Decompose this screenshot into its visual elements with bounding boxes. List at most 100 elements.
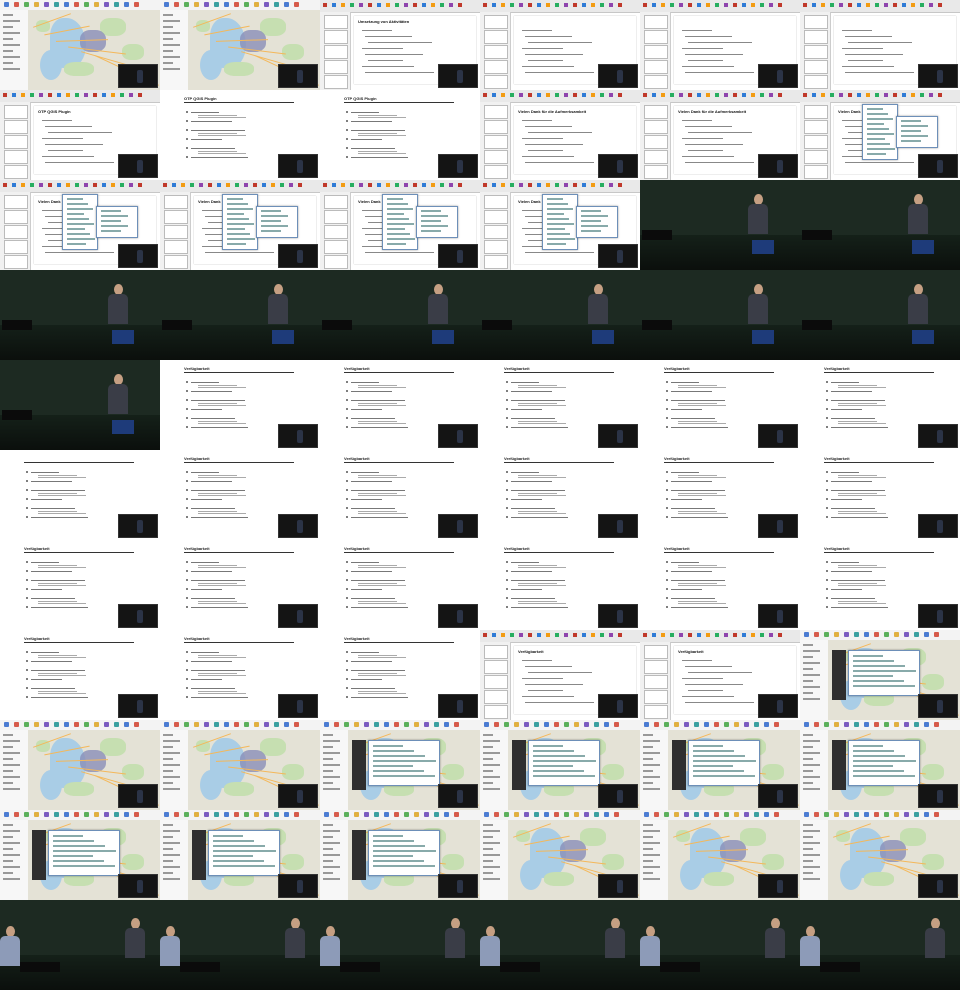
thumbnail-58 [480, 810, 640, 900]
slide-text-line [368, 42, 432, 43]
slide-thumbnail [644, 660, 668, 674]
layer-entry [483, 776, 500, 778]
thumbnail-23 [640, 270, 800, 360]
body [800, 936, 820, 966]
slide-thumbnail [804, 45, 828, 59]
sub-bullet-text [198, 657, 246, 658]
ribbon-icon [483, 3, 487, 7]
toolbar-icon [224, 722, 229, 727]
dialog-line [373, 755, 425, 757]
layer-entry [163, 20, 180, 22]
sub-bullet-text [518, 582, 557, 584]
slide-text-line [688, 42, 752, 43]
ribbon-icon [591, 633, 595, 637]
bullet [346, 669, 348, 671]
bullet [666, 381, 668, 383]
sub-bullet-text [198, 420, 237, 422]
lake [840, 860, 862, 890]
ribbon-icon [510, 183, 514, 187]
dialog-panel [672, 740, 686, 790]
ribbon-icon [564, 93, 568, 97]
podium [752, 240, 774, 254]
layers-panel [160, 730, 189, 810]
layer-entry [3, 38, 13, 40]
sub-bullet-text [198, 135, 246, 136]
sub-bullet-text [358, 117, 406, 118]
sub-bullet-text [38, 690, 77, 692]
layer-entry [163, 734, 173, 736]
slide-text-line [525, 54, 583, 55]
toolbar-icon [864, 812, 869, 817]
title-rule [344, 642, 454, 643]
bullet-text [511, 580, 565, 581]
bullet-text [351, 139, 382, 140]
toolbar-icon [824, 632, 829, 637]
desk [2, 410, 32, 420]
ribbon-icon [510, 3, 514, 7]
ribbon-icon [600, 93, 604, 97]
dialog-line [533, 755, 585, 757]
thumbnail-66 [800, 900, 960, 990]
toolbar-icon [334, 722, 339, 727]
ribbon-icon [679, 3, 683, 7]
sub-bullet-text [678, 585, 726, 586]
thumbnail-7: OTP QGIS Plugin [0, 90, 160, 180]
ribbon-icon [600, 633, 604, 637]
sub-bullet-text [678, 477, 726, 478]
context-menu [862, 104, 898, 160]
thumbnail-17 [640, 180, 800, 270]
slide-text-line [528, 132, 592, 133]
toolbar-icon [644, 722, 649, 727]
sub-bullet-text [838, 603, 886, 604]
thumbnail-62 [160, 900, 320, 990]
toolbar-icon [654, 722, 659, 727]
podium [112, 420, 134, 434]
context-menu [222, 194, 258, 250]
ribbon-icon [492, 183, 496, 187]
body [908, 294, 928, 324]
bullet [826, 426, 828, 428]
bullet [26, 651, 28, 653]
menu-item [227, 238, 255, 240]
speaker-camera-inset [438, 64, 478, 88]
dialog-line [213, 850, 276, 852]
slide-thumbnail [484, 255, 508, 269]
bullet [186, 579, 188, 581]
toolbar-icon [884, 812, 889, 817]
toolbar-icon [34, 2, 39, 7]
slide-thumbnail [484, 45, 508, 59]
dialog-line [373, 760, 436, 762]
slide-thumbnail [4, 225, 28, 239]
thumbnail-6 [800, 0, 960, 90]
sub-bullet-text [38, 567, 86, 568]
ribbon-icon [359, 3, 363, 7]
ribbon-icon [688, 633, 692, 637]
ribbon-icon [323, 183, 327, 187]
forest [704, 872, 734, 886]
slide-thumbnail [804, 135, 828, 149]
bullet-text [351, 679, 382, 680]
toolbar-icon [104, 2, 109, 7]
ribbon-icon [902, 93, 906, 97]
layer-entry [483, 758, 493, 760]
dialog-line [373, 750, 414, 752]
toolbar-icon [804, 812, 809, 817]
slide-text-line [42, 120, 72, 121]
bullet [826, 606, 828, 608]
thumbnail-28: Verfügbarkeit [480, 360, 640, 450]
toolbar-icon [714, 722, 719, 727]
sub-bullet-text [838, 582, 877, 584]
slide-text-line [365, 252, 434, 253]
sub-bullet-text [198, 405, 246, 406]
thumbnail-29: Verfügbarkeit [640, 360, 800, 450]
toolbar-icon [704, 722, 709, 727]
slide-text-line [842, 30, 872, 31]
toolbar-icon [524, 812, 529, 817]
ribbon-icon [893, 3, 897, 7]
layer-entry [163, 758, 173, 760]
sub-bullet-text [358, 693, 406, 694]
slide-text-line [365, 72, 434, 73]
layer-entry [643, 824, 653, 826]
sub-bullet-text [38, 672, 77, 674]
toolbar-icon [494, 812, 499, 817]
